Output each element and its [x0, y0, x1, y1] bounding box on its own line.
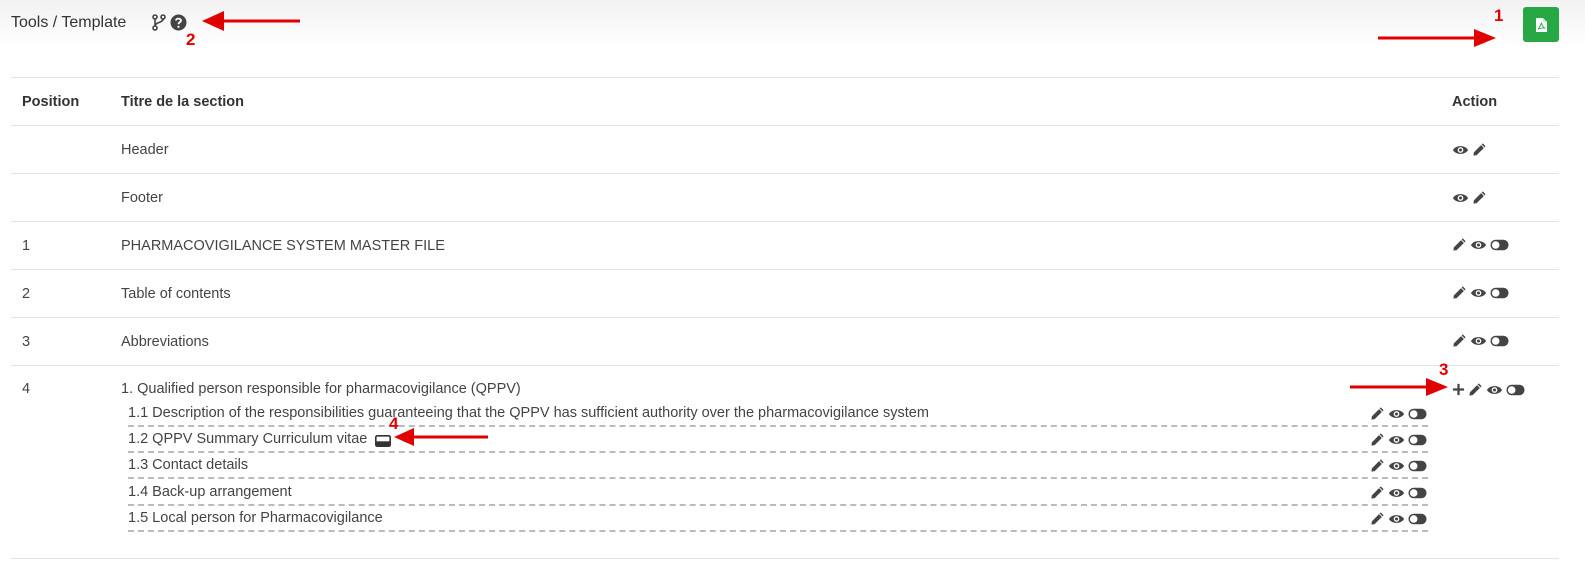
toggle-icon[interactable] [1408, 408, 1427, 420]
row-title: PHARMACOVIGILANCE SYSTEM MASTER FILE [121, 238, 445, 254]
subsection-title: 1.4 Back-up arrangement [128, 484, 292, 500]
eye-icon[interactable] [1486, 384, 1503, 396]
plus-icon[interactable] [1452, 383, 1465, 396]
subsection-item: 1.2 QPPV Summary Curriculum vitae [128, 427, 1428, 453]
id-card-icon [375, 435, 391, 447]
toggle-icon[interactable] [1408, 460, 1427, 472]
pdf-file-icon [1536, 18, 1547, 32]
row-position: 3 [22, 334, 31, 350]
pencil-icon[interactable] [1370, 511, 1385, 526]
pencil-icon[interactable] [1468, 382, 1483, 397]
subsection-item: 1.4 Back-up arrangement [128, 480, 1428, 506]
row-title: Footer [121, 190, 163, 206]
subsection-title: 1.2 QPPV Summary Curriculum vitae [128, 431, 368, 447]
subsection-item: 1.1 Description of the responsibilities … [128, 401, 1428, 427]
row-title: Table of contents [121, 286, 231, 302]
eye-icon[interactable] [1470, 239, 1487, 251]
toggle-icon[interactable] [1506, 384, 1525, 396]
eye-icon[interactable] [1388, 513, 1405, 525]
subsection-title: 1.5 Local person for Pharmacovigilance [128, 510, 383, 526]
toggle-icon[interactable] [1490, 335, 1509, 347]
subsection-title: 1.3 Contact details [128, 457, 249, 473]
pencil-icon[interactable] [1452, 237, 1467, 252]
eye-icon[interactable] [1388, 408, 1405, 420]
divider [11, 125, 1559, 126]
pencil-icon[interactable] [1370, 485, 1385, 500]
pencil-icon[interactable] [1472, 142, 1487, 157]
toggle-icon[interactable] [1490, 239, 1509, 251]
pencil-icon[interactable] [1472, 190, 1487, 205]
divider [11, 365, 1559, 366]
pencil-icon[interactable] [1370, 458, 1385, 473]
column-header-action: Action [1452, 94, 1498, 110]
divider [11, 317, 1559, 318]
annotation-arrow [202, 11, 300, 31]
subsection-item: 1.5 Local person for Pharmacovigilance [128, 506, 1428, 532]
annotation-number: 2 [186, 30, 196, 49]
toggle-icon[interactable] [1490, 287, 1509, 299]
row-title: 1. Qualified person responsible for phar… [121, 381, 521, 397]
divider [11, 77, 1559, 78]
toggle-icon[interactable] [1408, 513, 1427, 525]
column-header-title: Titre de la section [121, 94, 245, 110]
column-header-position: Position [22, 94, 80, 110]
eye-icon[interactable] [1452, 192, 1469, 204]
eye-icon[interactable] [1470, 287, 1487, 299]
eye-icon[interactable] [1470, 335, 1487, 347]
eye-icon[interactable] [1388, 487, 1405, 499]
annotation-arrow [394, 428, 488, 446]
row-position: 1 [22, 238, 31, 254]
subsection-item: 1.3 Contact details [128, 453, 1428, 479]
annotation-arrow [1378, 29, 1496, 47]
divider [11, 269, 1559, 270]
pencil-icon[interactable] [1370, 432, 1385, 447]
row-title: Abbreviations [121, 334, 209, 350]
row-title: Header [121, 142, 169, 158]
row-position: 4 [22, 381, 31, 397]
divider [11, 558, 1559, 559]
eye-icon[interactable] [1388, 434, 1405, 446]
toggle-icon[interactable] [1408, 487, 1427, 499]
eye-icon[interactable] [1452, 144, 1469, 156]
divider [11, 221, 1559, 222]
annotation-arrow [1350, 378, 1448, 396]
row-position: 2 [22, 286, 31, 302]
pencil-icon[interactable] [1452, 285, 1467, 300]
eye-icon[interactable] [1388, 460, 1405, 472]
annotation-number: 3 [1439, 360, 1449, 379]
pencil-icon[interactable] [1452, 333, 1467, 348]
breadcrumb: Tools / Template [11, 14, 127, 31]
subsection-title: 1.1 Description of the responsibilities … [128, 405, 929, 421]
branch-icon[interactable] [152, 14, 166, 36]
annotation-number: 4 [389, 414, 399, 433]
annotation-number: 1 [1494, 6, 1504, 25]
help-icon[interactable] [170, 14, 187, 36]
divider [11, 173, 1559, 174]
export-pdf-button[interactable] [1523, 7, 1559, 42]
toggle-icon[interactable] [1408, 434, 1427, 446]
pencil-icon[interactable] [1370, 406, 1385, 421]
